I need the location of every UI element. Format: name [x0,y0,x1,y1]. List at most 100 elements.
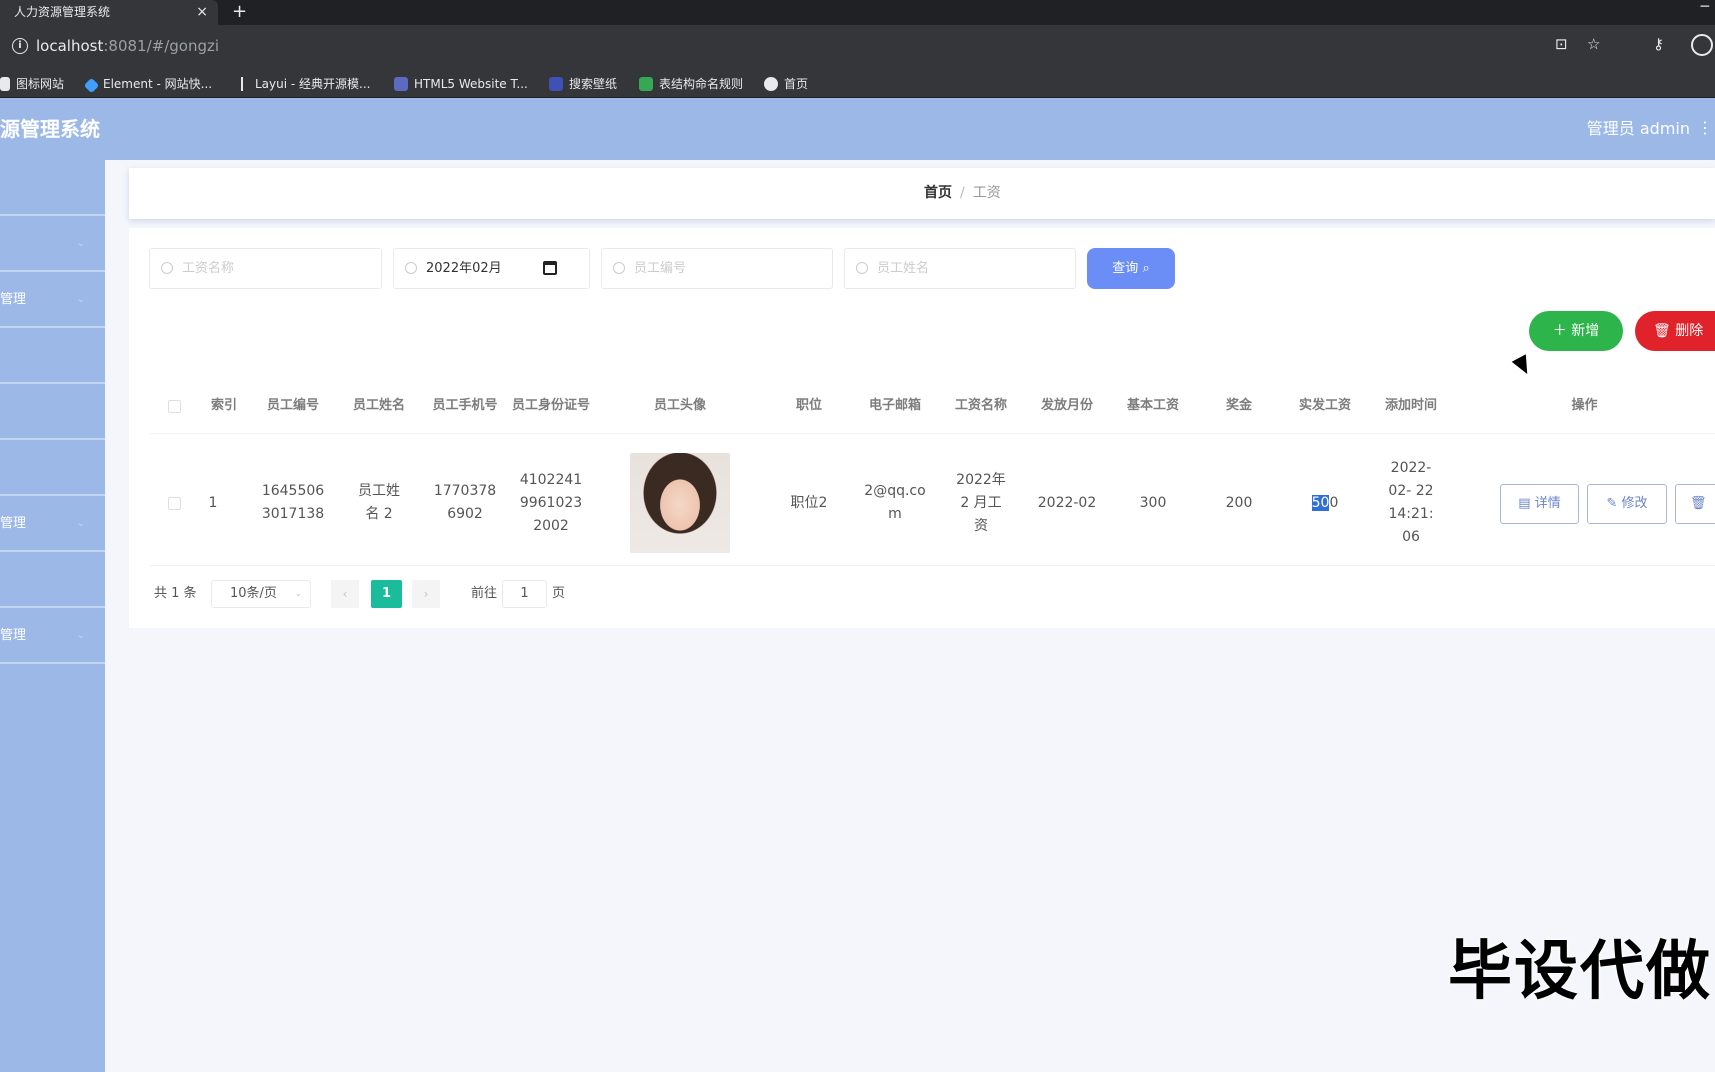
employee-no-placeholder: 员工编号 [634,261,687,276]
bookmarks-bar: 图标网站 Element - 网站快... Layui - 经典开源模... H… [0,70,1715,98]
column-header: 操作 [1571,398,1598,413]
bookmark-item[interactable]: 图标网站 [0,75,64,93]
browser-tab[interactable]: 人力资源管理系统 × [0,0,218,25]
cell-bonus: 200 [1225,494,1253,511]
page-number-active[interactable]: 1 [371,580,402,608]
bookmark-item[interactable]: 搜索壁纸 [549,75,617,93]
column-header[interactable]: 基本工资 [1110,378,1196,434]
query-button[interactable]: 查询 ⌕ [1087,248,1175,289]
html5-icon [394,77,408,91]
column-header[interactable]: 添加时间 [1368,378,1454,434]
bookmark-star-icon[interactable]: ☆ [1587,35,1600,53]
edit-icon: ✎ [1606,496,1618,511]
sidebar-item[interactable]: ⌄ [0,216,105,272]
goto-suffix: 页 [552,586,566,601]
select-all-cell [150,378,198,434]
edit-button[interactable]: ✎ 修改 [1587,484,1667,524]
sidebar-item[interactable] [0,440,105,496]
bookmark-label: 表结构命名规则 [659,77,744,91]
sidebar-item[interactable] [0,160,105,216]
page-size-select[interactable]: 10条/页 ⌄ [211,580,311,608]
cell-added-time: 2022-02- 22 14:21: 06 [1388,460,1434,545]
logout-divider[interactable]: ⋮ [1697,118,1713,137]
delete-button[interactable]: 🗑 删除 [1635,311,1715,351]
cell-avatar [594,440,766,566]
key-icon[interactable]: ⚷ [1653,35,1664,53]
column-header[interactable]: 索引 [198,378,250,434]
column-header[interactable]: 电子邮箱 [852,378,938,434]
cell-operations: ▤ 详情 ✎ 修改 🗑 [1454,440,1715,566]
sidebar-item-label: 管理 [0,516,27,531]
flag-icon [0,77,10,91]
calendar-icon[interactable] [543,261,557,275]
trash-icon: 🗑 [1653,323,1671,339]
translate-icon[interactable]: ⊡ [1555,35,1568,53]
new-tab-icon[interactable]: + [232,0,247,24]
row-checkbox[interactable] [167,496,181,510]
column-header[interactable]: 奖金 [1196,378,1282,434]
column-header[interactable]: 员工身份证号 [508,378,594,434]
employee-avatar[interactable] [630,453,730,553]
address-bar: i localhost:8081/#/gongzi ⊡ ☆ ⚷ [0,25,1715,70]
trash-icon: 🗑 [1690,496,1707,511]
column-header[interactable]: 实发工资 [1282,378,1368,434]
cell-phone: 1770378 6902 [433,483,497,522]
cell-index: 1 [208,494,218,511]
cell-id-card: 4102241 9961023 2002 [519,471,583,534]
sidebar-item[interactable] [0,328,105,384]
bookmark-label: 首页 [784,77,809,91]
column-header[interactable]: 工资名称 [938,378,1024,434]
bookmark-item[interactable]: Layui - 经典开源模... [241,75,370,93]
next-page-button[interactable]: › [412,580,440,608]
bookmark-item[interactable]: HTML5 Website T... [394,75,528,93]
chevron-down-icon: ⌄ [76,630,85,641]
employee-name-input[interactable]: 员工姓名 [844,248,1076,289]
prev-page-button[interactable]: ‹ [331,580,359,608]
sidebar-item[interactable] [0,384,105,440]
salary-name-input[interactable]: 工资名称 [149,248,382,289]
table-icon [639,77,653,91]
bookmark-item[interactable]: 首页 [764,75,808,93]
document-icon: ▤ [1518,496,1531,511]
browser-tab-title: 人力资源管理系统 [14,5,111,19]
url-field[interactable]: localhost:8081/#/gongzi [36,36,219,56]
bookmark-label: HTML5 Website T... [414,77,528,91]
column-header[interactable]: 员工手机号 [422,378,508,434]
close-tab-icon[interactable]: × [196,0,208,25]
goto-prefix: 前往 [471,586,498,601]
sidebar-item[interactable] [0,552,105,608]
detail-button[interactable]: ▤ 详情 [1500,484,1579,524]
delete-label: 删除 [1675,323,1704,339]
sidebar-item[interactable]: 管理 ⌄ [0,272,105,328]
month-picker[interactable]: 2022年02月 [393,248,590,289]
sidebar-item[interactable]: 管理 ⌄ [0,608,105,664]
cell-employee-name: 员工姓名 2 [358,483,400,522]
profile-icon[interactable] [1691,34,1713,56]
select-all-checkbox[interactable] [167,399,181,413]
sidebar-item[interactable]: 管理 ⌄ [0,496,105,552]
add-button[interactable]: ＋ 新增 [1529,311,1623,351]
bookmark-item[interactable]: 表结构命名规则 [639,75,743,93]
table-header: 索引 员工编号 员工姓名 员工手机号 员工身份证号 员工头像 职位 电子邮箱 工… [150,378,1715,434]
url-host: localhost [36,37,104,55]
column-header[interactable]: 员工姓名 [336,378,422,434]
minimize-icon[interactable]: ─ [1701,0,1709,14]
goto-page-input[interactable]: 1 [502,580,547,608]
column-header[interactable]: 发放月份 [1024,378,1110,434]
employee-no-input[interactable]: 员工编号 [601,248,833,289]
page-size-value: 10条/页 [230,586,277,601]
table-row: 1 1645506 3017138 员工姓名 2 1770378 6902 41… [150,440,1715,566]
sidebar: ⌄ 管理 ⌄ 管理 ⌄ 管理 ⌄ [0,160,105,1072]
chevron-down-icon: ⌄ [76,238,85,249]
breadcrumb-home[interactable]: 首页 [924,185,952,201]
user-menu[interactable]: 管理员 admin [1587,118,1690,140]
edit-label: 修改 [1621,496,1648,511]
column-header[interactable]: 职位 [766,378,852,434]
site-info-icon[interactable]: i [12,38,28,54]
row-delete-button[interactable]: 🗑 [1675,484,1715,524]
selected-text: 50 [1311,494,1330,511]
column-header[interactable]: 员工头像 [594,378,766,434]
bookmark-item[interactable]: Element - 网站快... [83,75,212,94]
cell-position: 职位2 [790,494,828,511]
column-header[interactable]: 员工编号 [250,378,336,434]
